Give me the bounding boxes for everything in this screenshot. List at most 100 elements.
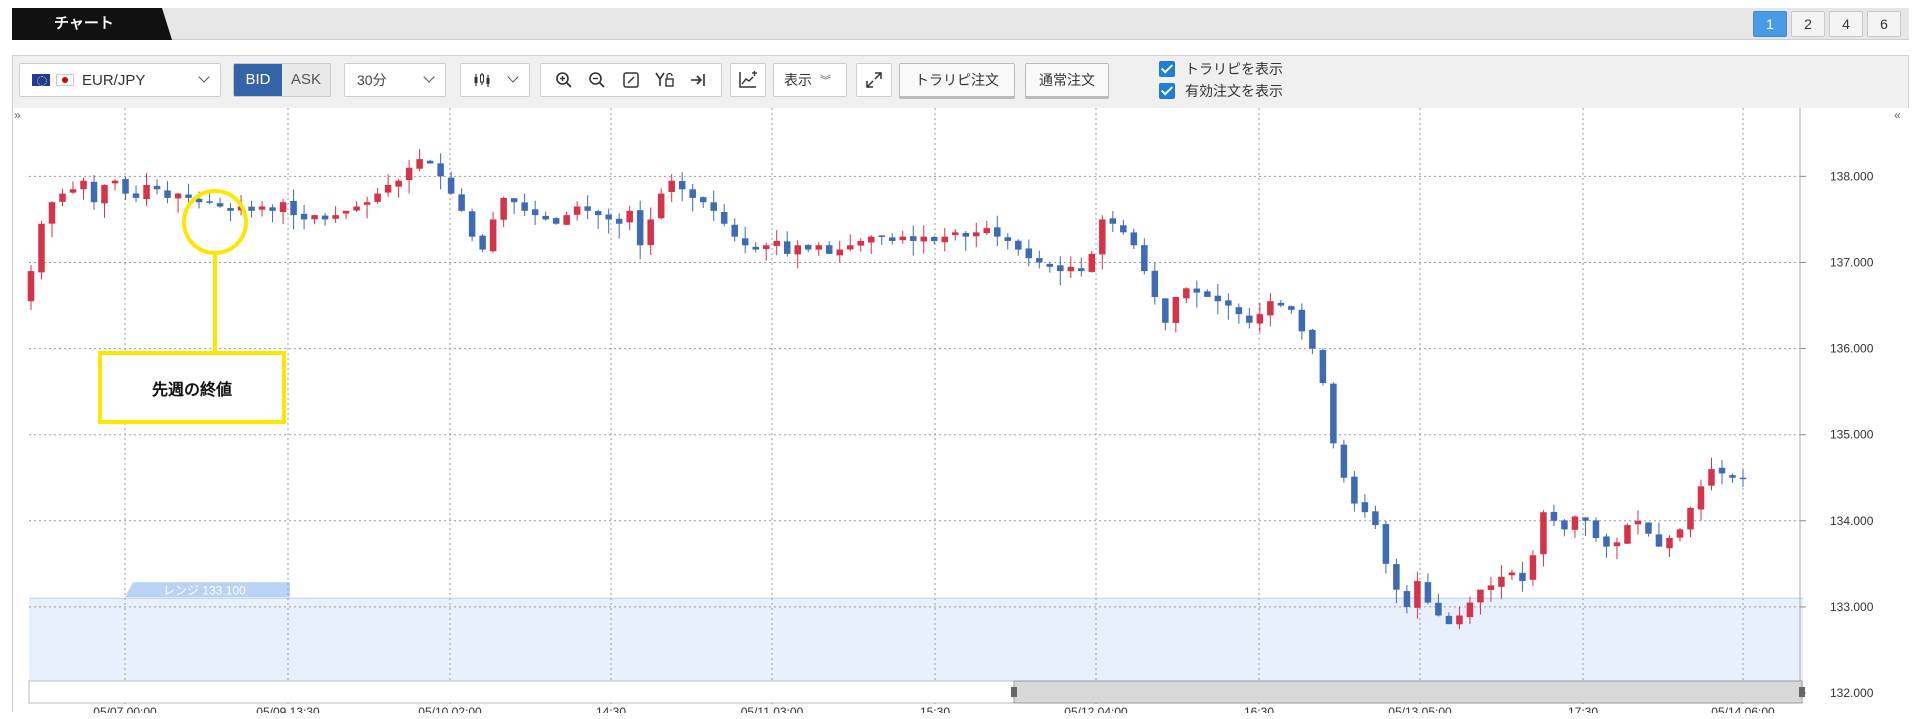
layout-page-button-6[interactable]: 6 (1867, 11, 1901, 37)
x-tick-label: 17:30 (1568, 705, 1598, 713)
add-indicator-button[interactable] (730, 63, 766, 97)
candle-body (269, 207, 276, 211)
layout-page-button-2[interactable]: 2 (1791, 11, 1825, 37)
trarepi-order-button[interactable]: トラリピ注文 (899, 63, 1015, 97)
chart-area[interactable]: レンジ 133.100 138.000 137.000 136.000 135.000 1… (13, 108, 1910, 713)
candle-body (910, 236, 917, 241)
window-titlebar: チャート 1 2 4 6 (12, 8, 1909, 40)
candle-body (1592, 520, 1600, 539)
fit-icon[interactable] (619, 68, 643, 92)
candle-body (311, 215, 318, 220)
candle-body (668, 180, 675, 192)
bid-button[interactable]: BID (234, 64, 282, 96)
candle-body (185, 194, 192, 198)
candle-body (973, 232, 980, 237)
candle-body (678, 181, 686, 190)
interval-label: 30分 (357, 72, 387, 88)
candle-body (1456, 615, 1463, 625)
candle-body (1214, 295, 1222, 302)
candle-body (279, 202, 287, 213)
candle-body (1298, 309, 1306, 332)
candle-body (1393, 564, 1400, 590)
candle-body (983, 228, 991, 234)
x-tick-label: 05/07 00:00 (93, 705, 157, 713)
layout-page-button-1[interactable]: 1 (1753, 11, 1787, 37)
candle-body (510, 198, 518, 203)
candle-body (489, 219, 497, 252)
y-tick-label: 137.000 (1830, 255, 1874, 269)
jump-to-end-icon[interactable] (686, 68, 710, 92)
navigator-window (1013, 680, 1803, 704)
candle-body (437, 163, 444, 177)
chevron-down-icon (423, 71, 435, 83)
y-tick-label: 132.000 (1830, 686, 1874, 700)
candle-body (626, 210, 633, 223)
candle-body (867, 236, 875, 243)
x-tick-label: 15:30 (920, 705, 950, 713)
chart-type-select[interactable] (460, 63, 530, 97)
candle-body (69, 189, 77, 193)
x-tick-label: 05/13 05:00 (1388, 705, 1452, 713)
display-menu[interactable]: 表示 ︾ (773, 63, 847, 97)
candle-body (741, 238, 749, 246)
candle-body (384, 184, 392, 193)
collapse-right-icon[interactable]: « (1894, 108, 1908, 122)
candle-body (1603, 536, 1610, 547)
candle-body (1246, 315, 1253, 323)
candle-body (500, 197, 507, 220)
candle-body (1477, 589, 1484, 603)
candle-body (1561, 520, 1568, 530)
candle-body (1120, 225, 1127, 233)
show-active-orders-checkbox[interactable]: 有効注文を表示 (1159, 80, 1283, 102)
double-chevron-icon: ︾ (820, 75, 831, 87)
candle-body (931, 236, 938, 241)
candle-body (1088, 253, 1096, 272)
x-tick-label: 05/09 13:30 (256, 705, 320, 713)
candle-body (773, 240, 780, 246)
candle-body (1172, 296, 1180, 323)
candlestick-chart[interactable]: レンジ 133.100 138.000 137.000 136.000 135.000 1… (13, 108, 1910, 713)
expand-icon (866, 72, 882, 88)
normal-order-button[interactable]: 通常注文 (1025, 63, 1109, 97)
candle-body (468, 211, 476, 237)
candle-body (1739, 477, 1747, 480)
candle-body (80, 180, 87, 190)
candle-body (825, 245, 833, 254)
expand-button[interactable] (856, 63, 892, 97)
show-trarepi-checkbox[interactable]: トラリピを表示 (1159, 58, 1283, 80)
candle-body (1057, 265, 1064, 272)
candle-body (363, 202, 371, 205)
candle-body (479, 235, 486, 250)
candle-body (1267, 301, 1274, 316)
zoom-out-icon[interactable] (585, 68, 609, 92)
candle-body (1361, 502, 1369, 513)
candle-body (1067, 266, 1075, 272)
candle-body (804, 245, 812, 250)
collapse-left-icon[interactable]: » (14, 108, 28, 122)
ask-button[interactable]: ASK (282, 64, 330, 96)
y-tick-label: 134.000 (1830, 514, 1874, 528)
candle-body (1330, 383, 1337, 444)
zoom-in-icon[interactable] (552, 68, 576, 92)
candle-body (815, 245, 822, 250)
chart-panel: EUR/JPY BID ASK 30分 表示 ︾ トラリピ注文 通常注文 トラリ… (12, 55, 1910, 713)
candle-body (1613, 542, 1621, 547)
x-tick-label: 05/10 02:00 (418, 705, 482, 713)
candle-body (1624, 525, 1631, 544)
candle-body (1151, 270, 1159, 297)
candle-body (27, 271, 35, 302)
y-scale-icon[interactable] (653, 68, 677, 92)
y-tick-label: 138.000 (1830, 169, 1874, 183)
candle-body (941, 236, 949, 243)
eu-flag-icon (32, 74, 50, 86)
interval-select[interactable]: 30分 (344, 63, 446, 97)
candle-body (426, 160, 434, 164)
candle-body (1676, 529, 1684, 538)
symbol-select[interactable]: EUR/JPY (19, 63, 221, 97)
candle-body (143, 184, 150, 200)
candle-body (416, 159, 423, 169)
layout-page-button-4[interactable]: 4 (1829, 11, 1863, 37)
candle-body (1319, 350, 1327, 384)
candle-body (857, 240, 864, 246)
candle-body (90, 181, 98, 203)
